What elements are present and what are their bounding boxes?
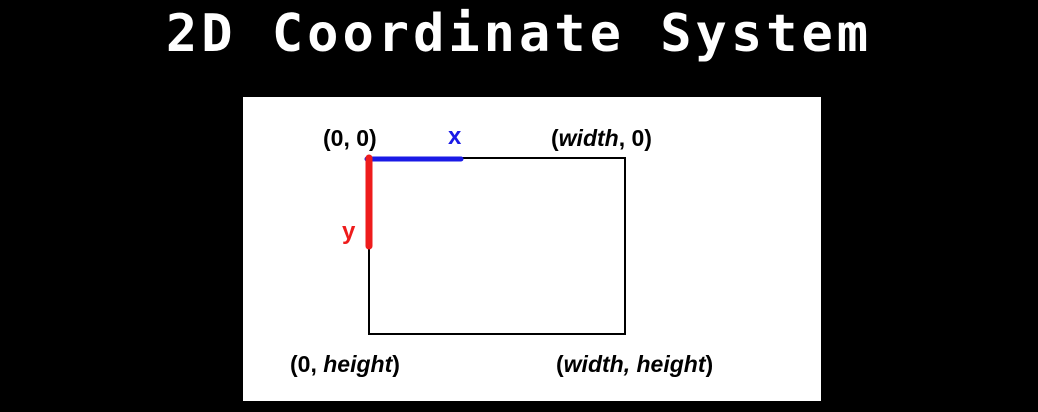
bottom-right-label: (width, height) — [556, 353, 713, 376]
bottom-left-label-height: height — [323, 351, 393, 377]
bottom-right-label-close: ) — [705, 351, 714, 377]
bottom-left-label: (0, height) — [290, 353, 400, 376]
bottom-right-label-width-height: width, height — [563, 351, 706, 377]
bottom-left-label-close: ) — [392, 351, 400, 377]
bottom-right-label-open: ( — [556, 351, 564, 377]
diagram-panel: (0, 0) x (width, 0) y (0, height) (width… — [243, 97, 821, 401]
top-right-label-width: width — [558, 125, 619, 151]
top-right-label-close: , 0) — [618, 125, 652, 151]
top-right-label-open: ( — [551, 125, 559, 151]
canvas-rectangle — [368, 157, 626, 335]
x-axis-label: x — [448, 123, 462, 150]
origin-label: (0, 0) — [323, 125, 377, 151]
title-bar: 2D Coordinate System — [0, 0, 1038, 68]
bottom-left-label-open: (0, — [290, 351, 324, 377]
slide: 2D Coordinate System (0, 0) x (width, 0)… — [0, 0, 1038, 412]
slide-title: 2D Coordinate System — [165, 4, 873, 64]
y-axis-label: y — [342, 218, 356, 245]
top-right-label: (width, 0) — [551, 127, 652, 150]
